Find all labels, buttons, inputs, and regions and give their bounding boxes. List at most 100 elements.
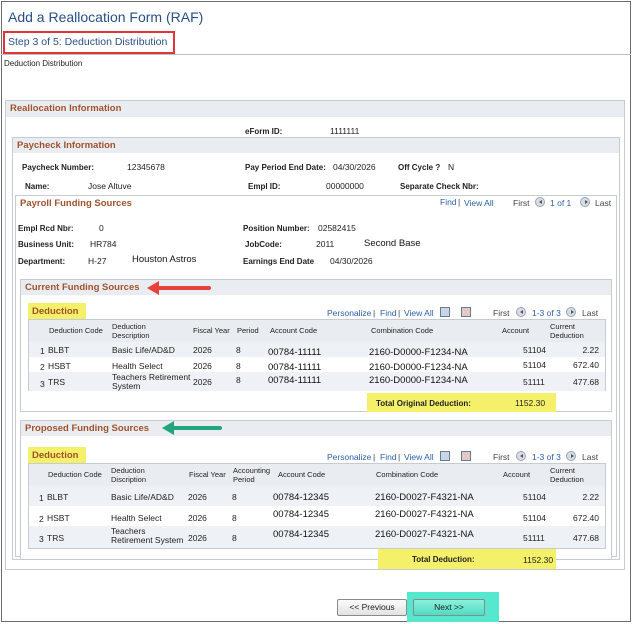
current-row-3-desc: Teachers Retirement System xyxy=(112,372,191,391)
reallocation-header: Reallocation Information xyxy=(6,101,624,117)
proposed-sep-2: | xyxy=(398,452,401,462)
proposed-row-3-desc: Teachers Retirement System xyxy=(111,526,184,545)
proposed-find-link[interactable]: Find xyxy=(380,452,397,462)
current-row-1-amount: 2.22 xyxy=(582,345,599,355)
proposed-range: 1-3 of 3 xyxy=(532,452,561,462)
current-row-1-period: 8 xyxy=(236,345,241,355)
proposed-download-icon[interactable] xyxy=(440,451,450,461)
col-deduction-desc: Deduction Description xyxy=(112,322,150,340)
current-row-2-num: 2 xyxy=(40,362,45,372)
funding-range: 1 of 1 xyxy=(550,198,572,208)
jobcode-description: Second Base xyxy=(364,238,421,249)
current-sep-1: | xyxy=(373,308,376,318)
current-row-1-combo: 2160-D0000-F1234-NA xyxy=(369,347,468,358)
current-row-3-combo: 2160-D0000-F1234-NA xyxy=(369,375,468,386)
current-row-3-fy: 2026 xyxy=(193,377,212,387)
proposed-row-1-code: BLBT xyxy=(47,492,69,502)
department-description: Houston Astros xyxy=(132,254,197,265)
proposed-row-2-acct-code: 00784-12345 xyxy=(273,509,329,520)
earnings-end-label: Earnings End Date xyxy=(243,257,315,266)
proposed-prev-icon[interactable] xyxy=(516,451,526,461)
current-range: 1-3 of 3 xyxy=(532,308,561,318)
current-row-1-num: 1 xyxy=(40,346,45,356)
pcol-current-deduction: Current Deduction xyxy=(550,466,584,484)
current-total-value: 1152.30 xyxy=(515,398,546,408)
proposed-row-3-code: TRS xyxy=(47,533,64,543)
off-cycle-label: Off Cycle ? xyxy=(398,163,441,172)
earnings-end-value: 04/30/2026 xyxy=(330,256,373,266)
current-row-3-period: 8 xyxy=(236,375,241,385)
current-row-3-code: TRS xyxy=(48,377,65,387)
current-row-2-combo: 2160-D0000-F1234-NA xyxy=(369,362,468,373)
off-cycle-value: N xyxy=(448,162,455,172)
current-row-2-code: HSBT xyxy=(48,361,71,371)
proposed-next-icon[interactable] xyxy=(566,451,576,461)
proposed-grid-zoom-icon[interactable] xyxy=(461,451,471,461)
section-subtitle: Deduction Distribution xyxy=(4,59,83,68)
previous-button[interactable]: << Previous xyxy=(337,599,407,616)
pay-period-end-label: Pay Period End Date: xyxy=(245,163,326,172)
proposed-row-3-period: 8 xyxy=(232,533,237,543)
proposed-row-2-account: 51104 xyxy=(523,513,547,523)
current-deduction-grid: Deduction Code Deduction Description Fis… xyxy=(28,319,606,391)
current-row-2-period: 8 xyxy=(236,361,241,371)
current-grid-title: Deduction xyxy=(28,303,86,320)
proposed-row-3-combo: 2160-D0027-F4321-NA xyxy=(375,529,474,540)
pcol-combination-code: Combination Code xyxy=(376,470,439,479)
current-last-label: Last xyxy=(582,308,599,318)
current-row-3-num: 3 xyxy=(40,379,45,389)
current-next-icon[interactable] xyxy=(566,307,576,317)
name-value: Jose Altuve xyxy=(88,181,132,191)
proposed-grid-header: Deduction Code Deduction Discription Fis… xyxy=(29,464,605,486)
proposed-personalize-link[interactable]: Personalize xyxy=(327,452,371,462)
col-fiscal-year: Fiscal Year xyxy=(193,326,230,335)
proposed-last-label: Last xyxy=(582,452,599,462)
red-arrow-icon xyxy=(147,281,211,295)
funding-next-icon[interactable] xyxy=(580,197,590,207)
department-label: Department: xyxy=(18,257,66,266)
proposed-row-3-account: 51111 xyxy=(523,533,545,543)
current-total-label: Total Original Deduction: xyxy=(376,399,471,408)
proposed-grid-title: Deduction xyxy=(28,447,86,464)
proposed-row-1-combo: 2160-D0027-F4321-NA xyxy=(375,492,474,503)
current-row-3-amount: 477.68 xyxy=(573,377,599,387)
funding-prev-icon[interactable] xyxy=(535,197,545,207)
proposed-row-3-fy: 2026 xyxy=(188,533,207,543)
download-icon[interactable] xyxy=(440,307,450,317)
eform-id-label: eForm ID: xyxy=(245,127,283,136)
jobcode-label: JobCode: xyxy=(245,240,282,249)
col-account: Account xyxy=(502,326,530,335)
current-row-1-fy: 2026 xyxy=(193,345,212,355)
current-row-1-code: BLBT xyxy=(48,345,70,355)
proposed-sep-1: | xyxy=(373,452,376,462)
current-row-3-account: 51111 xyxy=(523,377,545,387)
proposed-row-2-fy: 2026 xyxy=(188,513,207,523)
current-personalize-link[interactable]: Personalize xyxy=(327,308,371,318)
page-title: Add a Reallocation Form (RAF) xyxy=(8,9,204,25)
funding-viewall-link[interactable]: View All xyxy=(464,198,494,208)
proposed-row-2-period: 8 xyxy=(232,513,237,523)
pcol-fiscal-year: Fiscal Year xyxy=(189,470,226,479)
proposed-row-3-amount: 477.68 xyxy=(573,533,599,543)
current-prev-icon[interactable] xyxy=(516,307,526,317)
proposed-row-2-amount: 672.40 xyxy=(573,513,599,523)
proposed-row-1-acct-code: 00784-12345 xyxy=(273,492,329,503)
funding-find-link[interactable]: Find xyxy=(440,197,457,207)
funding-last-label: Last xyxy=(595,198,612,208)
pcol-deduction-desc: Deduction Discription xyxy=(111,466,147,484)
pcol-deduction-code: Deduction Code xyxy=(48,470,102,479)
funding-first-label: First xyxy=(513,198,530,208)
current-viewall-link[interactable]: View All xyxy=(404,308,434,318)
position-number-label: Position Number: xyxy=(243,224,310,233)
pcol-account-code: Account Code xyxy=(278,470,326,479)
current-row-1-account: 51104 xyxy=(523,345,547,355)
proposed-viewall-link[interactable]: View All xyxy=(404,452,434,462)
current-find-link[interactable]: Find xyxy=(380,308,397,318)
col-period: Period xyxy=(237,326,259,335)
next-button[interactable]: Next >> xyxy=(413,599,485,616)
proposed-row-2-desc: Health Select xyxy=(111,513,162,523)
empl-id-value: 00000000 xyxy=(326,181,364,191)
grid-zoom-icon[interactable] xyxy=(461,307,471,317)
proposed-row-1-amount: 2.22 xyxy=(582,492,599,502)
proposed-row-2-code: HSBT xyxy=(47,513,70,523)
